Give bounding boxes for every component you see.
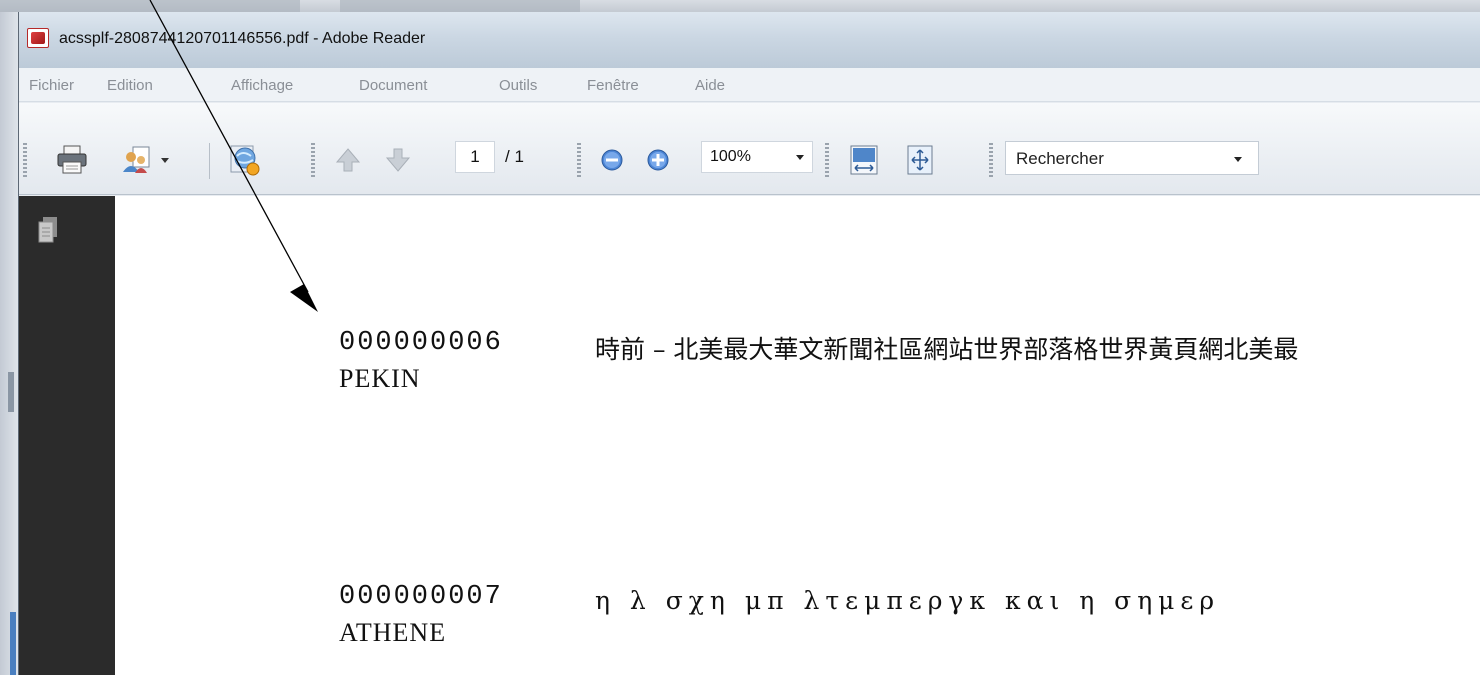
toolbar: 1 / 1 100% Rechercher [19,103,1480,195]
desktop-background-strip [0,0,1480,12]
zoom-value: 100% [710,148,751,165]
toolbar-grip[interactable] [23,143,27,179]
record-city: PEKIN [339,364,421,393]
desktop-edge-mark [8,372,14,412]
arrow-down-icon [385,148,411,172]
zoom-dropdown-icon [796,155,804,160]
print-button[interactable] [55,143,89,177]
toolbar-grip[interactable] [577,143,581,179]
adobe-reader-window: acssplf-2808744120701146556.pdf - Adobe … [18,12,1480,675]
desktop-left-edge [0,12,18,675]
window-title: acssplf-2808744120701146556.pdf - Adobe … [59,30,426,47]
record-id: 000000007 [339,582,503,612]
fit-width-button[interactable] [847,143,881,177]
globe-document-icon [230,145,260,176]
search-placeholder: Rechercher [1016,149,1104,168]
menu-bar: Fichier Edition Affichage Document Outil… [19,68,1480,102]
collaborate-button[interactable] [119,143,153,177]
title-bar[interactable]: acssplf-2808744120701146556.pdf - Adobe … [19,12,1480,68]
menu-aide[interactable]: Aide [695,68,725,94]
arrow-up-icon [335,148,361,172]
zoom-in-button[interactable] [641,143,675,177]
record-city: ATHENE [339,618,447,647]
next-page-button[interactable] [381,143,415,177]
record-text-chinese: 時前 – 北美最大華文新聞社區網站世界部落格世界黃頁網北美最 [595,335,1299,364]
menu-document[interactable]: Document [359,68,427,94]
toolbar-grip[interactable] [825,143,829,179]
pages-panel-icon[interactable] [37,216,59,246]
record-id: 000000006 [339,328,503,358]
menu-edition[interactable]: Edition [107,68,153,94]
taskbar-edge [10,612,16,675]
zoom-in-icon [647,149,669,171]
share-users-icon [123,146,150,173]
record-text-greek: η λ σχη μπ λτεμπεργκ και η σημερ [595,586,1221,615]
menu-affichage[interactable]: Affichage [231,68,293,94]
background-toolbar-ghost [340,0,580,12]
fit-page-button[interactable] [903,143,937,177]
menu-fenetre[interactable]: Fenêtre [587,68,639,94]
toolbar-separator [209,143,210,179]
fit-page-icon [907,145,933,175]
page-number-input[interactable]: 1 [455,141,495,173]
zoom-out-icon [601,149,623,171]
zoom-select[interactable]: 100% [701,141,813,173]
menu-outils[interactable]: Outils [499,68,537,94]
search-dropdown-icon[interactable] [1234,157,1242,162]
page-total-label: / 1 [505,147,524,166]
previous-page-button[interactable] [331,143,365,177]
collaborate-dropdown-icon[interactable] [161,158,169,164]
pdf-app-icon[interactable] [27,28,49,48]
acrobat-com-button[interactable] [227,143,261,177]
navigation-panel [19,196,115,675]
search-field[interactable]: Rechercher [1005,141,1259,175]
background-window-ghost [0,0,300,12]
document-page[interactable]: 000000006 PEKIN 時前 – 北美最大華文新聞社區網站世界部落格世界… [115,196,1480,675]
zoom-out-button[interactable] [595,143,629,177]
toolbar-grip[interactable] [989,143,993,179]
menu-fichier[interactable]: Fichier [29,68,74,94]
toolbar-grip[interactable] [311,143,315,179]
fit-width-icon [850,145,878,175]
printer-icon [57,145,87,174]
